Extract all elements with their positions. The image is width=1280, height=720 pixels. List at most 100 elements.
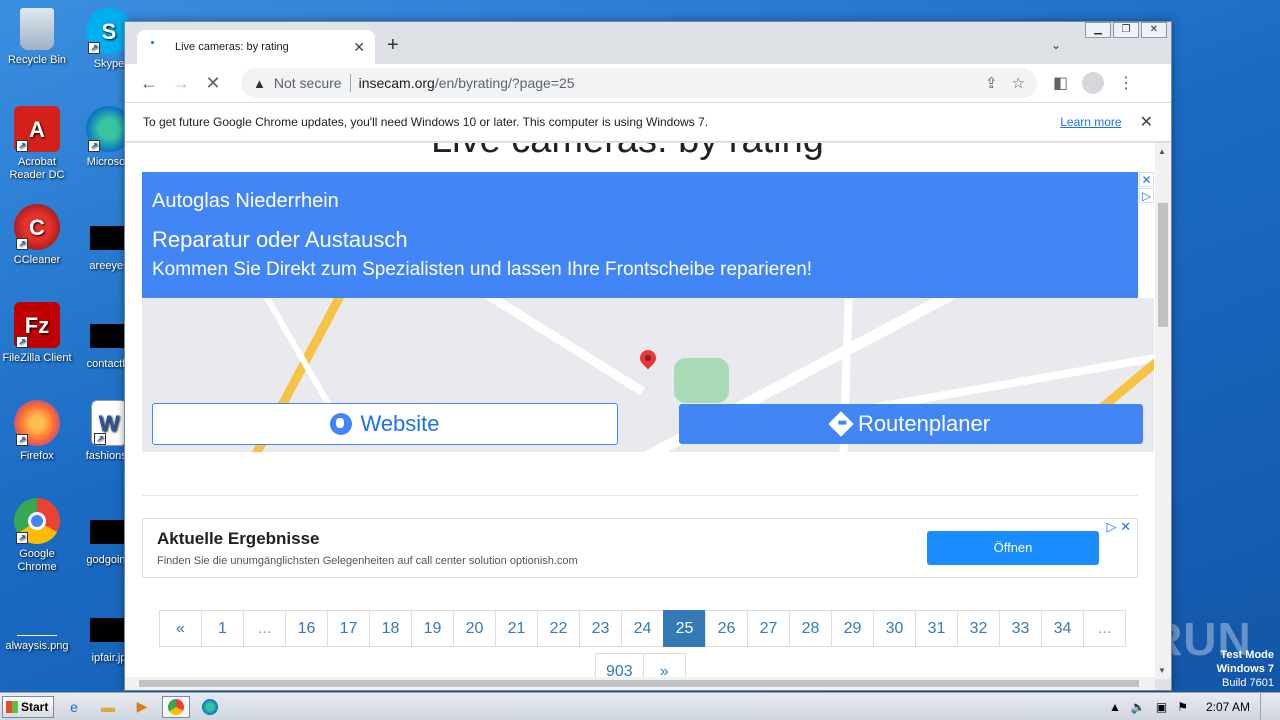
- ad2-choices-close-icons[interactable]: ▷ ✕: [1106, 519, 1131, 535]
- horizontal-scrollbar[interactable]: [125, 677, 1155, 690]
- desktop-icon-label: alwaysis.png: [5, 640, 69, 652]
- minimize-button[interactable]: ▁: [1085, 22, 1111, 38]
- pagination: «1... 16 17 18 19 20 21 22 23 24 25 26 27 28 29 30 31 32 3…: [159, 610, 1126, 647]
- vertical-scrollbar[interactable]: ▲ ▼: [1155, 143, 1171, 679]
- volume-icon[interactable]: 🔈: [1131, 700, 1146, 714]
- page-link[interactable]: 16: [285, 610, 328, 647]
- forward-button[interactable]: →: [165, 67, 197, 99]
- close-window-button[interactable]: ✕: [1141, 22, 1167, 38]
- page-link[interactable]: 27: [747, 610, 790, 647]
- infobar-close-icon[interactable]: ✕: [1140, 112, 1153, 132]
- page-link[interactable]: 30: [873, 610, 916, 647]
- chrome-taskbar-icon[interactable]: [162, 695, 190, 718]
- page-link[interactable]: 26: [705, 610, 748, 647]
- page-link[interactable]: 21: [495, 610, 538, 647]
- page-prev-link[interactable]: «: [159, 610, 202, 647]
- new-tab-button[interactable]: +: [387, 34, 399, 57]
- page-link[interactable]: 18: [369, 610, 412, 647]
- scroll-up-icon[interactable]: ▲: [1158, 147, 1166, 156]
- page-link[interactable]: 28: [789, 610, 832, 647]
- watermark-line: Build 7601: [1222, 677, 1274, 689]
- ccleaner-icon: C ↗: [14, 204, 60, 250]
- network-icon[interactable]: ▣: [1156, 700, 1167, 714]
- section-divider: [142, 495, 1138, 496]
- page-link[interactable]: 19: [411, 610, 454, 647]
- update-infobar: To get future Google Chrome updates, you…: [125, 102, 1171, 142]
- tab-search-chevron-icon[interactable]: ⌄: [1051, 38, 1061, 52]
- watermark-line: Windows 7: [1216, 663, 1274, 675]
- file-icon: [90, 520, 128, 544]
- browser-window: ▁ ❐ ✕ Live cameras: by rating ✕ + ⌄ ← → …: [124, 21, 1172, 691]
- page-link[interactable]: 17: [327, 610, 370, 647]
- hscrollbar-thumb[interactable]: [139, 680, 1139, 687]
- website-button[interactable]: Website: [152, 403, 618, 445]
- media-player-taskbar-icon[interactable]: ▶: [128, 696, 156, 718]
- page-link[interactable]: 29: [831, 610, 874, 647]
- bookmark-star-icon[interactable]: ☆: [1012, 74, 1025, 92]
- page-link[interactable]: 903: [595, 653, 644, 679]
- desktop-icon-acrobat[interactable]: A ↗ Acrobat Reader DC: [0, 106, 74, 182]
- ad-close-icon[interactable]: ✕: [1139, 172, 1154, 187]
- image-file-icon: [17, 614, 57, 636]
- page-link[interactable]: 22: [537, 610, 580, 647]
- page-link[interactable]: 34: [1041, 610, 1084, 647]
- desktop-icon-label: Recycle Bin: [7, 54, 67, 66]
- address-bar[interactable]: ▲ Not secure insecam.org/en/byrating/?pa…: [241, 68, 1037, 98]
- tab-live-cameras[interactable]: Live cameras: by rating ✕: [137, 30, 375, 64]
- ad-choices-icon[interactable]: ▷: [1139, 188, 1154, 203]
- ad-aktuelle-ergebnisse[interactable]: Aktuelle Ergebnisse Finden Sie die unumg…: [142, 518, 1138, 578]
- ad-advertiser: Autoglas Niederrhein: [152, 190, 339, 212]
- route-button-label: Routenplaner: [857, 411, 991, 436]
- firefox-icon: ↗: [14, 400, 60, 446]
- route-planner-button[interactable]: Routenplaner: [679, 404, 1143, 444]
- ie-taskbar-icon[interactable]: e: [60, 696, 88, 718]
- globe-icon: [330, 413, 353, 435]
- desktop-icon-chrome[interactable]: ↗ Google Chrome: [0, 498, 74, 574]
- map-road: [419, 298, 645, 396]
- desktop-icon-firefox[interactable]: ↗ Firefox: [0, 400, 74, 463]
- page-link[interactable]: 24: [621, 610, 664, 647]
- stop-loading-button[interactable]: ✕: [197, 67, 229, 99]
- page-link[interactable]: 20: [453, 610, 496, 647]
- desktop-icon-recycle-bin[interactable]: Recycle Bin: [0, 8, 74, 67]
- restore-button[interactable]: ❐: [1113, 22, 1139, 38]
- page-viewport: Live cameras: by rating Autoglas Niederr…: [125, 143, 1155, 679]
- tray-overflow-icon[interactable]: ▲: [1109, 700, 1121, 714]
- desktop-icon-ccleaner[interactable]: C ↗ CCleaner: [0, 204, 74, 267]
- scrollbar-thumb[interactable]: [1158, 203, 1168, 327]
- show-desktop-button[interactable]: [1260, 693, 1270, 720]
- profile-avatar[interactable]: [1082, 72, 1105, 94]
- ad-autoglas[interactable]: Autoglas Niederrhein Reparatur oder Aust…: [142, 172, 1154, 452]
- action-center-flag-icon[interactable]: ⚑: [1177, 700, 1188, 714]
- page-link[interactable]: 31: [915, 610, 958, 647]
- page-link[interactable]: 23: [579, 610, 622, 647]
- page-next-link[interactable]: »: [642, 653, 686, 679]
- start-button[interactable]: Start: [2, 695, 54, 718]
- desktop-icon-alwaysis[interactable]: alwaysis.png: [0, 614, 74, 653]
- back-button[interactable]: ←: [133, 67, 165, 99]
- explorer-taskbar-icon[interactable]: ▬: [94, 696, 122, 718]
- clock[interactable]: 2:07 AM: [1206, 700, 1250, 714]
- ad-header: Autoglas Niederrhein Reparatur oder Aust…: [142, 172, 1138, 298]
- desktop-icon-filezilla[interactable]: Fz ↗ FileZilla Client: [0, 302, 74, 365]
- page-link[interactable]: 32: [957, 610, 1000, 647]
- page-link[interactable]: 33: [999, 610, 1042, 647]
- page-link[interactable]: 1: [201, 610, 244, 647]
- side-panel-icon[interactable]: ◧: [1053, 73, 1068, 93]
- map-pin-icon: [636, 346, 660, 370]
- desktop-icon-label: Google Chrome: [17, 548, 57, 573]
- learn-more-link[interactable]: Learn more: [1060, 115, 1121, 129]
- open-button[interactable]: Öffnen: [927, 531, 1099, 565]
- acrobat-icon: A ↗: [14, 106, 60, 152]
- loading-spinner-icon: [147, 39, 163, 55]
- desktop-icon-label: Acrobat Reader DC: [9, 156, 65, 181]
- url-text: insecam.org/en/byrating/?page=25: [359, 75, 971, 91]
- desktop-icon-label: CCleaner: [13, 254, 61, 266]
- tab-close-icon[interactable]: ✕: [353, 39, 365, 56]
- menu-kebab-icon[interactable]: ⋮: [1118, 73, 1134, 93]
- scroll-down-icon[interactable]: ▼: [1158, 666, 1166, 675]
- url-host: insecam.org: [358, 75, 435, 91]
- share-icon[interactable]: ⇪: [985, 74, 998, 92]
- page-link[interactable]: 25: [663, 610, 706, 647]
- edge-taskbar-icon[interactable]: [196, 696, 224, 718]
